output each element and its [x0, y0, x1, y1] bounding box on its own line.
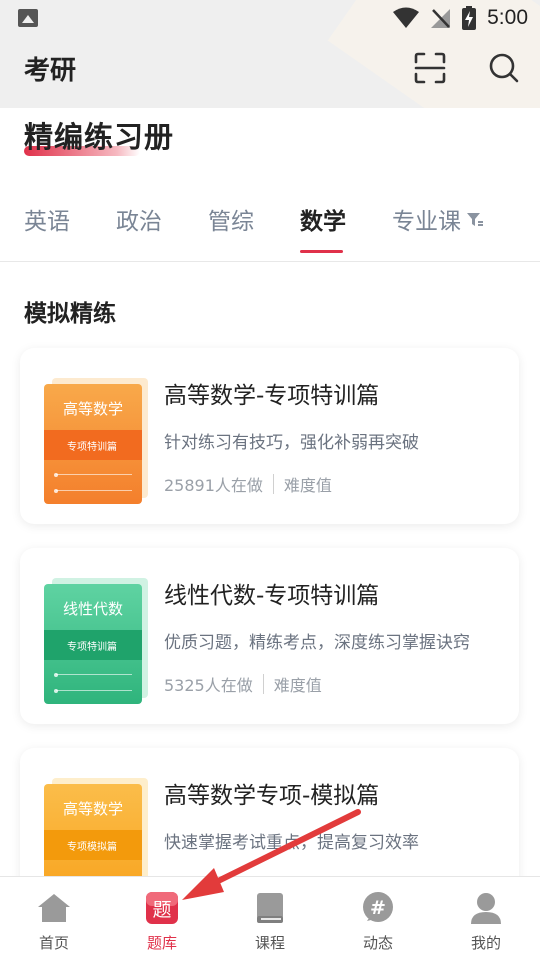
search-icon — [489, 53, 519, 83]
card-description: 快速掌握考试重点，提高复习效率 — [164, 833, 419, 853]
clock: 5:00 — [487, 6, 528, 29]
book-cover: 线性代数 专项特训篇 — [44, 578, 148, 704]
nav-label: 题库 — [146, 934, 177, 952]
difficulty-label: 难度值 — [283, 476, 332, 495]
top-bar: 5:00 考研 — [0, 0, 540, 108]
book-cover-title: 高等数学 — [62, 800, 123, 818]
book-cover-title: 线性代数 — [62, 600, 123, 618]
battery-charging-icon — [462, 6, 477, 30]
exercise-card[interactable]: 线性代数 专项特训篇 线性代数-专项特训篇 优质习题，精练考点，深度练习掌握诀窍… — [20, 548, 519, 724]
tab-management[interactable]: 管综 — [208, 202, 254, 236]
book-icon — [253, 891, 287, 925]
participant-count: 5325人在做 — [164, 676, 253, 695]
nav-label: 我的 — [470, 934, 501, 952]
card-title: 高等数学-专项特训篇 — [164, 383, 380, 409]
card-title: 高等数学专项-模拟篇 — [164, 783, 380, 809]
page-heading-block: 精编练习册 — [24, 114, 174, 158]
wifi-icon — [393, 7, 420, 28]
card-title: 线性代数-专项特训篇 — [164, 583, 380, 609]
question-bank-icon: 题 — [145, 891, 179, 925]
book-cover-band: 专项特训篇 — [44, 630, 142, 660]
nav-item-profile[interactable]: 我的 — [440, 877, 530, 960]
profile-icon — [469, 891, 503, 925]
nav-item-feed[interactable]: # 动态 — [332, 877, 422, 960]
active-tab-indicator — [300, 250, 343, 253]
nav-label: 课程 — [254, 934, 285, 952]
scan-icon — [414, 52, 446, 84]
card-meta: 25891人在做 难度值 — [164, 472, 332, 496]
difficulty-label: 难度值 — [273, 676, 322, 695]
status-icons: 5:00 — [393, 4, 528, 32]
subject-tabs: 英语 政治 管综 数学 专业课 — [0, 190, 540, 262]
bottom-navigation: 首页 题 题库 课程 # 动态 我的 — [0, 876, 540, 960]
search-button[interactable] — [482, 46, 526, 90]
book-cover: 高等数学 专项特训篇 — [44, 378, 148, 504]
tab-major[interactable]: 专业课 — [392, 202, 461, 236]
exercise-card[interactable]: 高等数学 专项特训篇 高等数学-专项特训篇 针对练习有技巧，强化补弱再突破 25… — [20, 348, 519, 524]
no-signal-icon — [431, 9, 451, 28]
nav-label: 动态 — [362, 934, 393, 952]
card-description: 针对练习有技巧，强化补弱再突破 — [164, 433, 419, 453]
nav-item-home[interactable]: 首页 — [8, 877, 98, 960]
hashtag-glyph: # — [370, 897, 386, 919]
book-cover-band: 专项特训篇 — [44, 430, 142, 460]
nav-item-courses[interactable]: 课程 — [224, 877, 314, 960]
nav-label: 首页 — [38, 934, 69, 952]
home-icon — [37, 891, 71, 925]
tab-english[interactable]: 英语 — [24, 202, 70, 236]
card-description: 优质习题，精练考点，深度练习掌握诀窍 — [164, 633, 470, 653]
scan-button[interactable] — [408, 46, 452, 90]
book-cover-band: 专项模拟篇 — [44, 830, 142, 860]
tab-math[interactable]: 数学 — [300, 202, 346, 236]
nav-item-question-bank[interactable]: 题 题库 — [116, 877, 206, 960]
participant-count: 25891人在做 — [164, 476, 263, 495]
tab-politics[interactable]: 政治 — [116, 202, 162, 236]
page-title: 精编练习册 — [24, 120, 175, 154]
hashtag-icon: # — [361, 891, 395, 925]
status-bar: 5:00 — [0, 0, 540, 36]
card-meta: 5325人在做 难度值 — [164, 672, 322, 696]
section-title: 模拟精练 — [24, 301, 116, 327]
filter-icon[interactable] — [466, 212, 484, 228]
book-cover-title: 高等数学 — [62, 400, 123, 418]
app-title: 考研 — [24, 56, 77, 86]
image-notification-icon — [18, 9, 38, 27]
question-bank-glyph: 题 — [152, 899, 171, 921]
app-header: 考研 — [0, 36, 540, 108]
